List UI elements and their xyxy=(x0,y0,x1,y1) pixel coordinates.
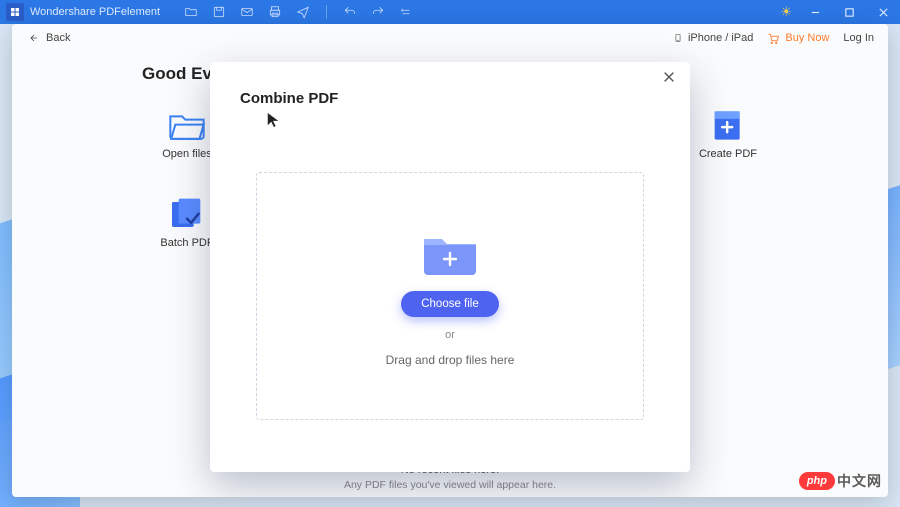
save-icon[interactable] xyxy=(212,5,226,19)
create-pdf-icon xyxy=(708,108,748,142)
theme-sun-icon[interactable]: ☀ xyxy=(780,4,792,20)
dialog-close-button[interactable] xyxy=(662,70,680,88)
mouse-cursor-icon xyxy=(266,112,280,128)
quick-toolbar xyxy=(184,5,413,19)
print-icon[interactable] xyxy=(268,5,282,19)
dialog-title: Combine PDF xyxy=(210,62,690,107)
site-watermark: php 中文网 xyxy=(799,471,882,491)
mobile-link[interactable]: iPhone / iPad xyxy=(673,31,753,45)
open-folder-icon[interactable] xyxy=(184,5,198,19)
app-logo-icon xyxy=(6,3,24,21)
dropzone-hint: Drag and drop files here xyxy=(386,353,515,367)
separator xyxy=(326,5,327,19)
close-window-button[interactable] xyxy=(866,0,900,24)
send-icon[interactable] xyxy=(296,5,310,19)
mobile-label: iPhone / iPad xyxy=(688,32,753,44)
batch-pdf-icon xyxy=(167,197,207,231)
watermark-badge: php xyxy=(799,472,835,490)
open-files-icon xyxy=(167,108,207,142)
buy-label: Buy Now xyxy=(785,32,829,44)
back-button[interactable]: Back xyxy=(26,32,70,44)
combine-pdf-dialog: Combine PDF Choose file or Drag and drop… xyxy=(210,62,690,472)
mail-icon[interactable] xyxy=(240,5,254,19)
customize-toolbar-icon[interactable] xyxy=(399,5,413,19)
back-label: Back xyxy=(46,32,70,44)
create-pdf-tile[interactable]: Create PDF xyxy=(683,108,773,160)
buy-now-link[interactable]: Buy Now xyxy=(767,32,829,45)
minimize-button[interactable] xyxy=(798,0,832,24)
redo-icon[interactable] xyxy=(371,5,385,19)
file-dropzone[interactable]: Choose file or Drag and drop files here xyxy=(256,172,644,420)
watermark-text: 中文网 xyxy=(837,471,882,491)
add-folder-icon xyxy=(418,225,482,279)
login-link[interactable]: Log In xyxy=(843,32,874,44)
undo-icon[interactable] xyxy=(343,5,357,19)
recent-empty-sub: Any PDF files you've viewed will appear … xyxy=(12,479,888,491)
window-titlebar: Wondershare PDFelement ☀ xyxy=(0,0,900,24)
dropzone-or: or xyxy=(445,329,455,341)
app-window: Back iPhone / iPad Buy Now Log In Good E… xyxy=(12,24,888,497)
window-controls xyxy=(798,0,900,24)
app-topbar: Back iPhone / iPad Buy Now Log In xyxy=(12,24,888,52)
create-pdf-label: Create PDF xyxy=(683,148,773,160)
choose-file-button[interactable]: Choose file xyxy=(401,291,499,317)
window-title: Wondershare PDFelement xyxy=(30,6,160,18)
maximize-button[interactable] xyxy=(832,0,866,24)
